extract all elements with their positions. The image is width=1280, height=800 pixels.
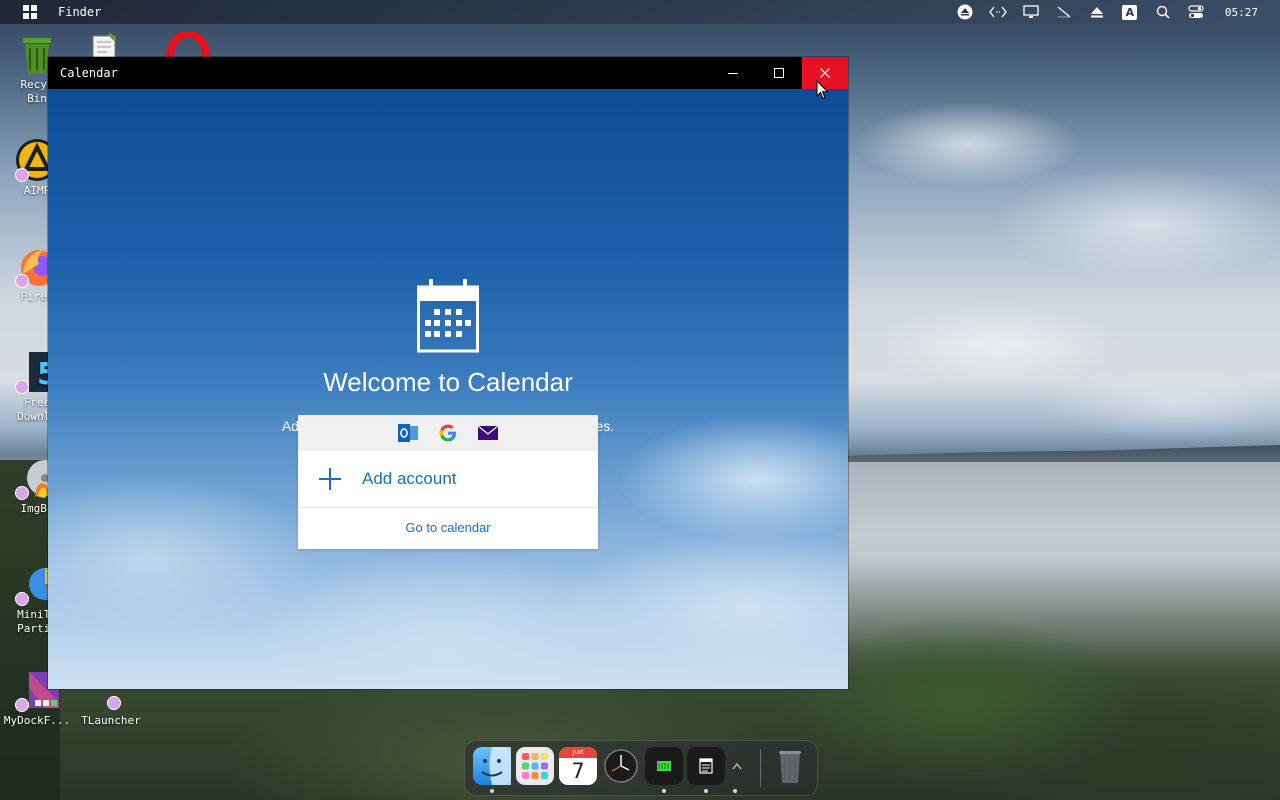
welcome-screen: Welcome to Calendar Add your accounts to… (48, 89, 848, 689)
shortcut-arrow-icon (15, 592, 29, 606)
eject-icon[interactable] (955, 2, 975, 22)
minimize-icon (728, 73, 738, 74)
add-account-label: Add account (362, 469, 457, 488)
shortcut-arrow-icon (15, 486, 29, 500)
code-arrows-icon[interactable] (988, 2, 1008, 22)
account-providers (298, 415, 598, 451)
minimize-button[interactable] (710, 57, 756, 89)
add-account-button[interactable]: Add account (298, 451, 598, 508)
shortcut-arrow-icon (15, 380, 29, 394)
network-off-icon[interactable] (1054, 2, 1074, 22)
top-menu-bar: Finder A 05:27 (0, 0, 1280, 24)
calendar-window: Calendar Welcome to Calendar Add Add acc… (48, 57, 848, 689)
running-indicator (733, 789, 737, 793)
running-indicator (704, 789, 708, 793)
keyboard-a-icon[interactable]: A (1120, 2, 1140, 22)
google-icon (438, 423, 458, 443)
mouse-cursor-icon (816, 79, 830, 100)
shortcut-arrow-icon (15, 698, 29, 712)
maximize-button[interactable] (756, 57, 802, 89)
go-to-calendar-link[interactable]: Go to calendar (298, 508, 598, 546)
desktop-icon-label: MyDockF... (3, 714, 71, 727)
add-account-card: Add account Go to calendar (298, 415, 598, 549)
trash-icon[interactable] (771, 747, 809, 785)
window-title: Calendar (60, 66, 118, 80)
arrow-icon[interactable] (719, 747, 751, 785)
shortcut-arrow-icon (15, 274, 29, 288)
windows-logo-icon[interactable] (23, 5, 37, 19)
running-indicator (662, 789, 666, 793)
finder-icon[interactable] (473, 747, 511, 785)
shortcut-arrow-icon (107, 696, 121, 710)
dock-calendar-day: 7 (571, 759, 585, 783)
control-center-icon[interactable] (1186, 2, 1206, 22)
mail-icon (477, 423, 499, 443)
window-titlebar[interactable]: Calendar (48, 57, 848, 89)
close-icon (820, 68, 830, 78)
dock-separator (760, 749, 761, 787)
terminal-icon[interactable] (645, 747, 683, 785)
plus-icon (319, 468, 341, 490)
desktop-icon-label: TLauncher (81, 714, 141, 727)
calendar-icon (417, 277, 479, 357)
launchpad-icon[interactable] (516, 747, 554, 785)
active-app-name[interactable]: Finder (58, 5, 101, 19)
monitor-icon[interactable] (1021, 2, 1041, 22)
running-indicator (490, 789, 494, 793)
search-icon[interactable] (1153, 2, 1173, 22)
wallpaper-horizon (848, 445, 1280, 463)
shortcut-arrow-icon (15, 168, 29, 182)
calendar-icon[interactable]: Jun 7 (559, 747, 597, 785)
dock-calendar-month: Jun (559, 747, 597, 758)
clock[interactable]: 05:27 (1225, 6, 1258, 19)
outlook-icon (398, 423, 418, 443)
eject-small-icon[interactable] (1087, 2, 1107, 22)
maximize-icon (774, 68, 784, 78)
clock-icon[interactable] (602, 747, 640, 785)
wallpaper-clouds (848, 24, 1280, 444)
keyboard-letter: A (1122, 4, 1138, 20)
welcome-title: Welcome to Calendar (323, 367, 573, 397)
dock: Jun 7 (464, 740, 818, 796)
system-tray: A 05:27 (955, 0, 1280, 24)
